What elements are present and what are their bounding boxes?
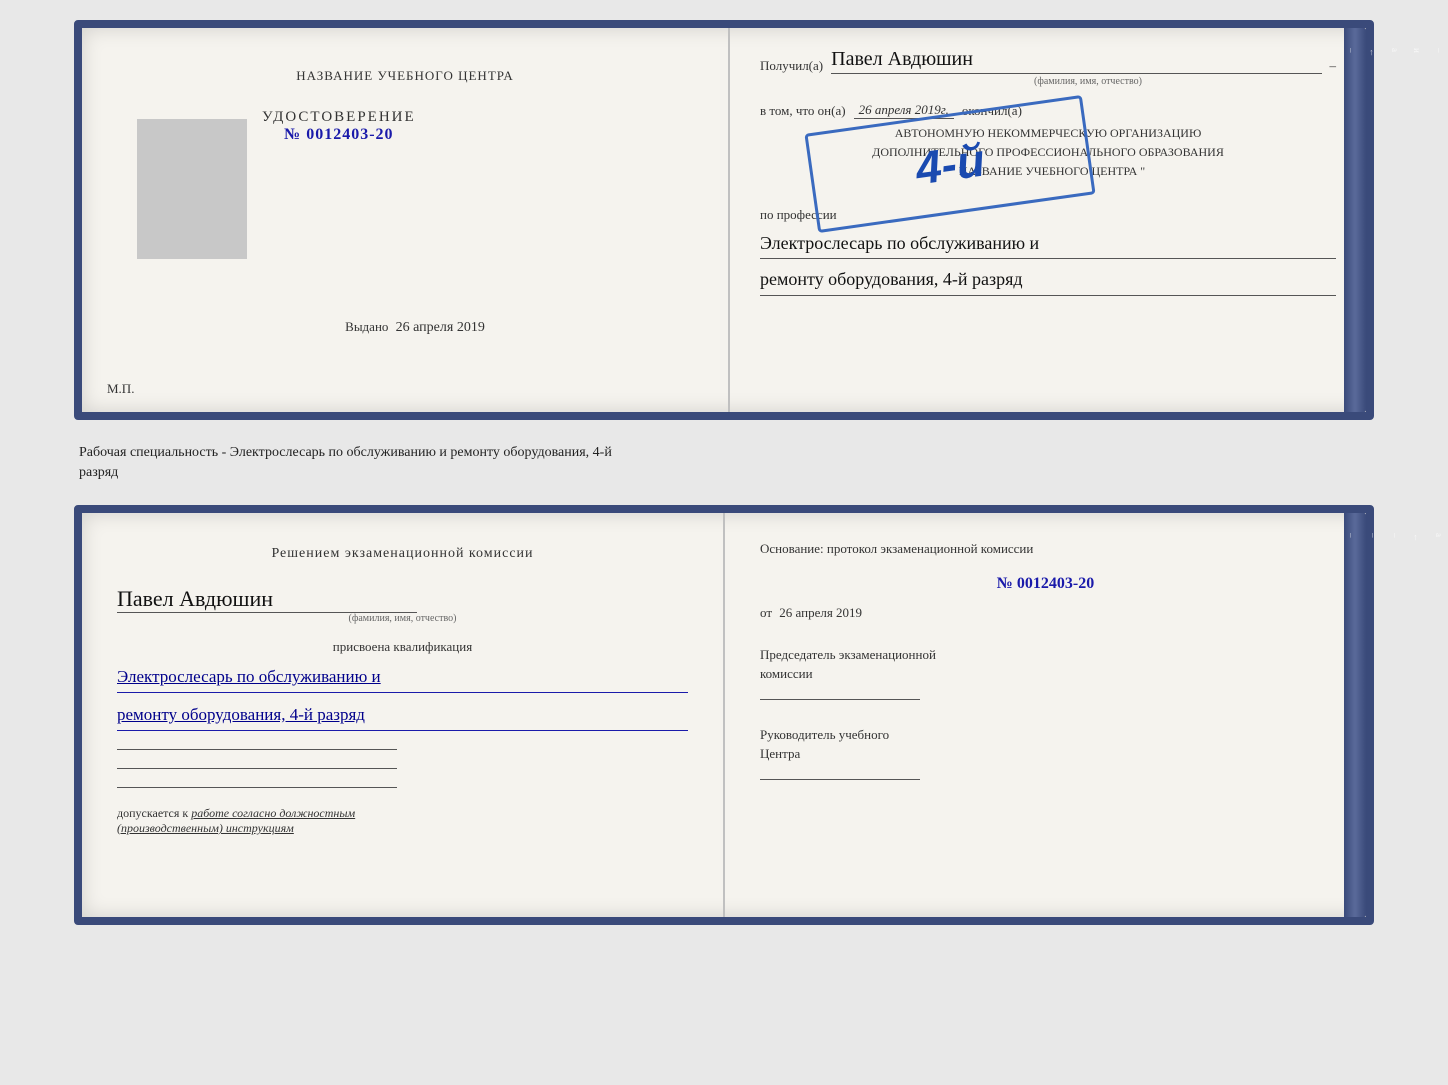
org-block: АВТОНОМНУЮ НЕКОММЕРЧЕСКУЮ ОРГАНИЗАЦИЮ ДО… <box>760 124 1336 182</box>
qualification-line2: ремонту оборудования, 4-й разряд <box>117 701 688 731</box>
руководитель-section: Руководитель учебногоЦентра <box>760 725 1331 780</box>
right-edge-strip-bottom: – – и а ← – – – <box>1344 513 1366 917</box>
edge-marks-bottom: – – и а ← – – – <box>1344 513 1448 917</box>
recipient-label: Получил(а) <box>760 58 823 74</box>
ot-date: 26 апреля 2019 <box>779 605 862 620</box>
stamp-overlay: АВТОНОМНУЮ НЕКОММЕРЧЕСКУЮ ОРГАНИЗАЦИЮ ДО… <box>760 124 1336 182</box>
profession-line2: ремонту оборудования, 4-й разряд <box>760 264 1336 296</box>
training-center-label-top: НАЗВАНИЕ УЧЕБНОГО ЦЕНТРА <box>296 68 513 84</box>
top-document: НАЗВАНИЕ УЧЕБНОГО ЦЕНТРА УДОСТОВЕРЕНИЕ №… <box>74 20 1374 420</box>
osnov-date: от 26 апреля 2019 <box>760 602 1331 624</box>
vtom-label: в том, что он(а) <box>760 103 846 119</box>
okonchil-label: окончил(а) <box>962 103 1022 119</box>
chairman-label: Председатель экзаменационнойкомиссии <box>760 645 1331 684</box>
chairman-section: Председатель экзаменационнойкомиссии <box>760 645 1331 700</box>
руководитель-sig-line <box>760 779 920 780</box>
profession-line1: Электрослесарь по обслуживанию и <box>760 228 1336 260</box>
issued-line: Выдано 26 апреля 2019 <box>325 319 485 336</box>
bottom-right-page: Основание: протокол экзаменационной коми… <box>725 513 1366 917</box>
middle-text: Рабочая специальность - Электрослесарь п… <box>74 438 1374 487</box>
decision-title: Решением экзаменационной комиссии <box>117 543 688 564</box>
qualification-label: присвоена квалификация <box>117 639 688 655</box>
osnov-label: Основание: протокол экзаменационной коми… <box>760 541 1033 556</box>
org-line3: " НАЗВАНИЕ УЧЕБНОГО ЦЕНТРА " <box>760 162 1336 181</box>
qualification-line1: Электрослесарь по обслуживанию и <box>117 663 688 693</box>
person-name-bottom: Павел Авдюшин <box>117 586 417 613</box>
org-line2: ДОПОЛНИТЕЛЬНОГО ПРОФЕССИОНАЛЬНОГО ОБРАЗО… <box>760 143 1336 162</box>
profession-label: по профессии <box>760 207 1336 223</box>
person-hint-bottom: (фамилия, имя, отчество) <box>117 613 688 624</box>
certificate-number: № 0012403-20 <box>262 126 416 144</box>
osnov-section: Основание: протокол экзаменационной коми… <box>760 538 1331 624</box>
dash-label: – <box>1330 58 1337 74</box>
right-edge-strip-top: – и а ← – <box>1344 28 1366 412</box>
bottom-left-page: Решением экзаменационной комиссии Павел … <box>82 513 725 917</box>
osnov-number: № 0012403-20 <box>760 570 1331 597</box>
vtom-line: в том, что он(а) 26 апреля 2019г. окончи… <box>760 102 1336 119</box>
sig-line-3 <box>117 787 397 788</box>
photo-placeholder <box>137 119 247 259</box>
signature-lines-bottom <box>117 749 688 788</box>
ot-label: от <box>760 605 772 620</box>
vtom-date: 26 апреля 2019г. <box>854 102 954 119</box>
issued-label: Выдано <box>345 319 388 334</box>
допускается-block: допускается к работе согласно должностны… <box>117 806 688 836</box>
recipient-hint: (фамилия, имя, отчество) <box>840 76 1336 87</box>
working-specialty-text: Рабочая специальность - Электрослесарь п… <box>79 445 612 480</box>
bottom-document: Решением экзаменационной комиссии Павел … <box>74 505 1374 925</box>
org-line1: АВТОНОМНУЮ НЕКОММЕРЧЕСКУЮ ОРГАНИЗАЦИЮ <box>760 124 1336 143</box>
top-left-page: НАЗВАНИЕ УЧЕБНОГО ЦЕНТРА УДОСТОВЕРЕНИЕ №… <box>82 28 730 412</box>
mp-label: М.П. <box>107 381 134 397</box>
руководитель-label: Руководитель учебногоЦентра <box>760 725 1331 764</box>
chairman-sig-line <box>760 699 920 700</box>
recipient-name: Павел Авдюшин <box>831 48 1321 74</box>
top-right-page: Получил(а) Павел Авдюшин – (фамилия, имя… <box>730 28 1366 412</box>
sig-line-2 <box>117 768 397 769</box>
sig-line-1 <box>117 749 397 750</box>
recipient-line: Получил(а) Павел Авдюшин – <box>760 48 1336 74</box>
certificate-section: УДОСТОВЕРЕНИЕ № 0012403-20 <box>262 109 416 144</box>
edge-marks: – и а ← – <box>1344 28 1446 412</box>
profession-block: по профессии Электрослесарь по обслужива… <box>760 207 1336 296</box>
issued-date: 26 апреля 2019 <box>396 320 485 335</box>
certificate-title: УДОСТОВЕРЕНИЕ <box>262 109 416 126</box>
person-block-bottom: Павел Авдюшин (фамилия, имя, отчество) <box>117 576 688 624</box>
допускается-label: допускается к <box>117 806 188 820</box>
